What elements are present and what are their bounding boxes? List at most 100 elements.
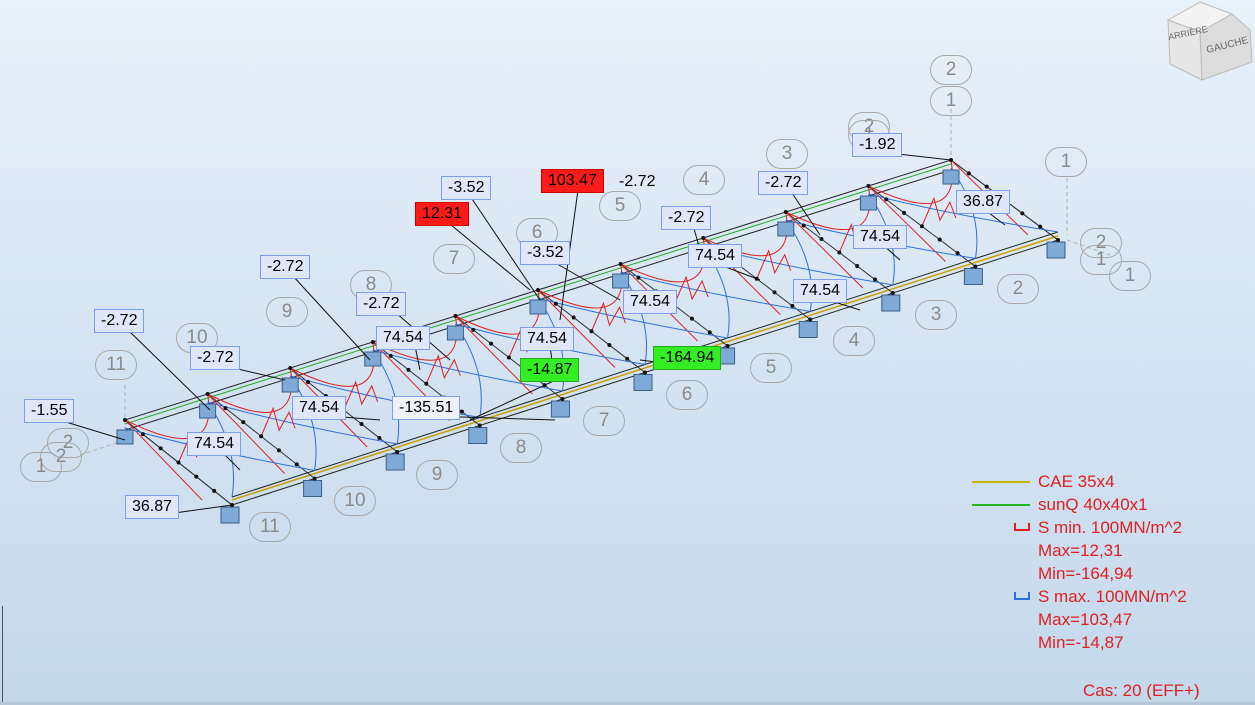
node-dot [553, 301, 558, 306]
node-dot [1020, 211, 1025, 216]
legend-value: Max=12,31 [1038, 541, 1123, 560]
node-dot [819, 237, 824, 241]
stress-label: -2.72 [619, 173, 656, 190]
grid-bubble: 1 [1045, 147, 1087, 177]
node-dot [306, 380, 311, 384]
leader-line [551, 260, 621, 301]
support-block [220, 506, 240, 524]
node-dot [772, 290, 777, 295]
legend-line-cae [972, 481, 1030, 483]
support-block [468, 427, 488, 444]
stress-label: -2.72 [190, 346, 241, 370]
node-dot [866, 184, 871, 188]
support-block [881, 294, 901, 312]
grid-bubble: 11 [95, 350, 137, 380]
node-dot [790, 303, 795, 308]
legend-smin-min: Min=-164,94 [972, 562, 1252, 585]
support-block [199, 403, 217, 419]
stress-label: -2.72 [94, 309, 145, 333]
node-dot [966, 171, 971, 176]
support-block [550, 400, 570, 418]
legend-value: Min=-164,94 [1038, 564, 1133, 583]
legend-smax-min: Min=-14,87 [972, 631, 1252, 654]
node-dot [312, 476, 317, 481]
node-dot [801, 223, 806, 228]
support-block [1046, 241, 1066, 259]
node-dot [855, 264, 860, 268]
grid-bubble: 11 [249, 512, 291, 542]
legend-value: Min=-14,87 [1038, 633, 1124, 652]
stress-label: -3.52 [520, 241, 571, 265]
stress-curves [124, 159, 1059, 498]
node-dot [370, 340, 375, 344]
stress-label: 74.54 [688, 244, 743, 268]
navigation-cube[interactable]: ARRIÈRE GAUCHE [1160, 0, 1255, 82]
stress-label: -1.92 [852, 133, 903, 157]
node-dot [471, 327, 476, 332]
node-dot [725, 344, 730, 348]
legend-label: sunQ 40x40x1 [1038, 495, 1148, 514]
node-dot [205, 392, 210, 396]
load-case-label: Cas: 20 (EFF+) [1083, 681, 1200, 700]
node-dot [489, 341, 494, 346]
node-dot [140, 432, 145, 437]
grid-bubble: 4 [833, 326, 875, 356]
node-dot [560, 397, 565, 401]
grid-bubble: 9 [416, 460, 458, 490]
node-dot [589, 329, 594, 334]
node-dot [212, 488, 217, 493]
stress-label: 74.54 [187, 432, 242, 456]
node-dot [294, 462, 299, 467]
node-dot [937, 237, 942, 242]
node-dot [506, 355, 511, 360]
node-dot [123, 418, 127, 422]
node-dot [783, 210, 788, 214]
node-dot [388, 353, 393, 358]
support-block [798, 321, 818, 338]
node-dot [701, 236, 706, 240]
legend-label: CAE 35x4 [1038, 472, 1115, 491]
node-dot [276, 448, 281, 453]
stress-label: 12.31 [415, 202, 470, 226]
grid-bubble: 1 [1080, 245, 1122, 275]
node-dot [636, 275, 641, 280]
grid-bubble: 3 [915, 300, 957, 330]
grid-bubble: 1 [930, 86, 972, 116]
legend-label: S max. 100MN/m^2 [1038, 587, 1187, 606]
support-block [446, 325, 464, 341]
stress-label: -164.94 [653, 346, 722, 370]
node-dot [571, 315, 576, 320]
stress-label: -14.87 [520, 358, 580, 382]
grid-bubble: 10 [334, 486, 376, 516]
node-dot [984, 184, 989, 189]
node-dot [808, 317, 813, 322]
node-dot [625, 356, 630, 361]
node-dot [618, 262, 623, 266]
node-dot [643, 370, 647, 375]
node-dot [241, 420, 246, 425]
node-dot [955, 251, 960, 256]
grid-bubble: 9 [266, 297, 308, 327]
node-dot [902, 210, 907, 215]
grid-bubble: 1 [20, 452, 62, 482]
grid-bubble: 3 [766, 139, 808, 169]
stress-label: -2.72 [356, 292, 407, 316]
node-dot [919, 224, 924, 229]
grid-bubble: 4 [683, 165, 725, 195]
stress-label: 74.54 [376, 326, 431, 350]
bracket-icon [1014, 523, 1030, 531]
nodes [123, 158, 1060, 507]
stress-label: 103.47 [541, 169, 604, 193]
support-block [529, 299, 547, 315]
grid-bubble: 5 [599, 191, 641, 221]
grid-bubble: 5 [750, 353, 792, 383]
grid-bubble: 6 [666, 380, 708, 410]
node-dot [377, 436, 382, 440]
legend-smax-max: Max=103,47 [972, 608, 1252, 631]
stress-label: -2.72 [260, 255, 311, 279]
node-dot [424, 381, 429, 386]
stress-label: 74.54 [292, 396, 347, 420]
grid-bubble: 2 [997, 274, 1039, 304]
node-dot [536, 288, 540, 292]
node-dot [837, 250, 842, 255]
